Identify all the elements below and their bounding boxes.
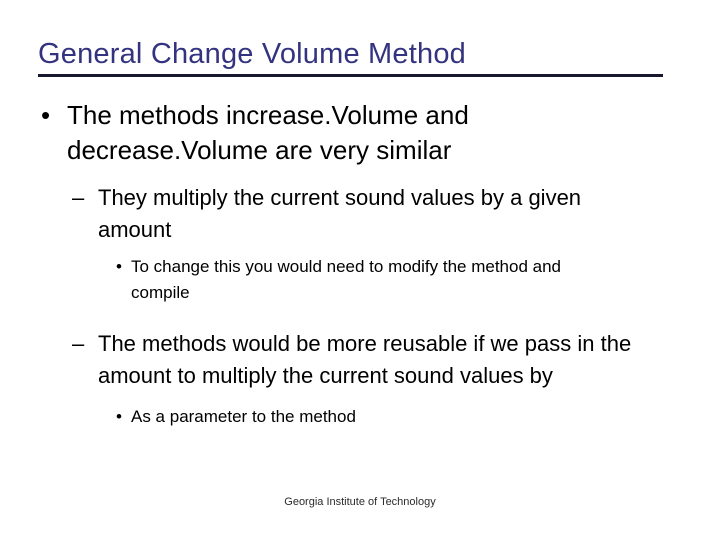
list-item-label: To change this you would need to modify … xyxy=(131,257,562,302)
list-item-label: They multiply the current sound values b… xyxy=(98,185,582,242)
bullet-dash-icon: – xyxy=(72,331,85,356)
list-item-label: The methods increase.Volume and decrease… xyxy=(67,100,469,165)
slide-body: • The methods increase.Volume and decrea… xyxy=(0,98,720,436)
slide-canvas: General Change Volume Method • The metho… xyxy=(0,0,720,540)
list-item: • The methods increase.Volume and decrea… xyxy=(0,98,720,168)
bullet-dash-icon: – xyxy=(72,185,85,210)
title-divider xyxy=(38,74,663,77)
list-item-label: As a parameter to the method xyxy=(131,407,356,426)
list-item: – The methods would be more reusable if … xyxy=(0,328,720,392)
list-item: • To change this you would need to modif… xyxy=(0,254,720,306)
list-item: • As a parameter to the method xyxy=(0,404,720,430)
list-item-label: The methods would be more reusable if we… xyxy=(98,331,632,388)
bullet-dot-icon: • xyxy=(116,407,122,426)
list-item: – They multiply the current sound values… xyxy=(0,182,720,246)
bullet-dot-icon: • xyxy=(116,257,122,276)
slide-footer-text: Georgia Institute of Technology xyxy=(284,496,436,508)
bullet-dot-icon: • xyxy=(41,100,51,130)
page-title: General Change Volume Method xyxy=(38,38,466,70)
